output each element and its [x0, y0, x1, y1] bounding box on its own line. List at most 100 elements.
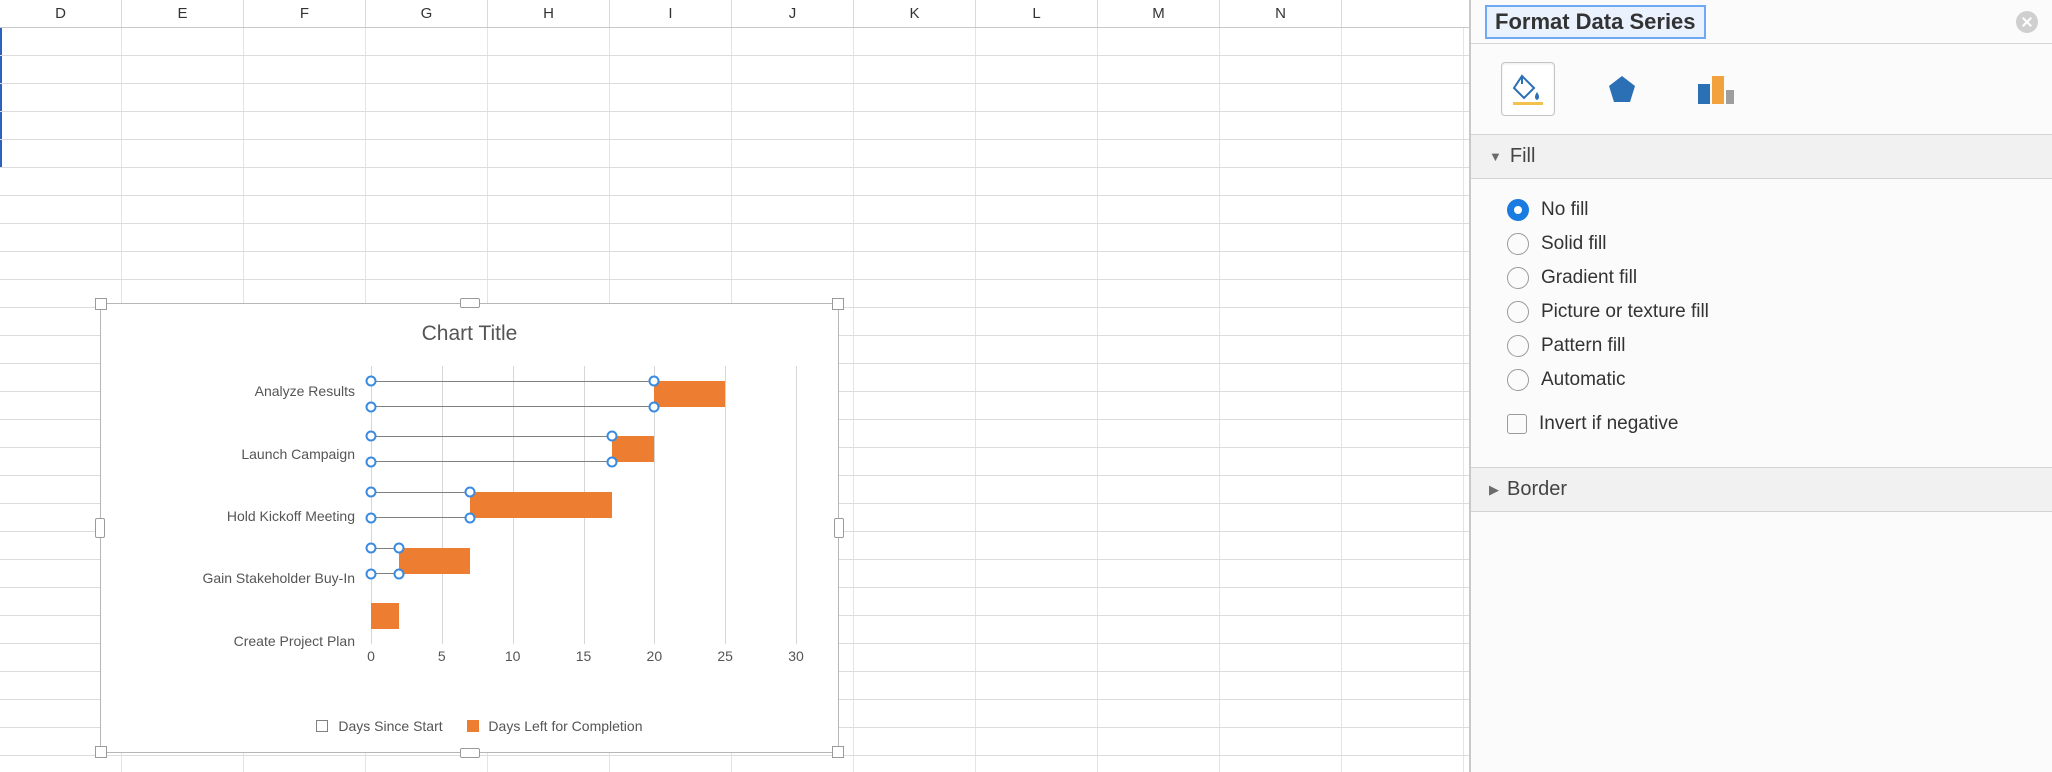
cell[interactable]	[1220, 700, 1342, 727]
cell[interactable]	[1342, 616, 1464, 643]
cell[interactable]	[976, 196, 1098, 223]
cell[interactable]	[0, 140, 122, 167]
cell[interactable]	[122, 196, 244, 223]
cell[interactable]	[732, 196, 854, 223]
cell[interactable]	[1342, 84, 1464, 111]
cell[interactable]	[1098, 140, 1220, 167]
resize-handle[interactable]	[95, 518, 105, 538]
cell[interactable]	[976, 532, 1098, 559]
cell[interactable]	[122, 28, 244, 55]
tab-effects[interactable]	[1595, 62, 1649, 116]
cell[interactable]	[366, 28, 488, 55]
cell[interactable]	[1220, 112, 1342, 139]
cell[interactable]	[1098, 756, 1220, 772]
cell[interactable]	[1342, 196, 1464, 223]
col-header[interactable]: M	[1098, 0, 1220, 27]
chart-title[interactable]: Chart Title	[101, 304, 838, 346]
cell[interactable]	[854, 168, 976, 195]
cell[interactable]	[732, 756, 854, 772]
cell[interactable]	[0, 28, 122, 55]
cell[interactable]	[244, 28, 366, 55]
cell[interactable]	[366, 196, 488, 223]
cell[interactable]	[732, 224, 854, 251]
cell[interactable]	[854, 280, 976, 307]
cell[interactable]	[1220, 644, 1342, 671]
cell[interactable]	[366, 56, 488, 83]
section-border-header[interactable]: ▶ Border	[1471, 468, 2052, 512]
cell[interactable]	[1098, 476, 1220, 503]
cell[interactable]	[1220, 504, 1342, 531]
fill-option-automatic[interactable]: Automatic	[1507, 363, 2038, 397]
cell[interactable]	[1220, 84, 1342, 111]
invert-if-negative[interactable]: Invert if negative	[1507, 407, 2038, 441]
resize-handle[interactable]	[832, 298, 844, 310]
cell[interactable]	[976, 112, 1098, 139]
cell[interactable]	[122, 112, 244, 139]
col-header[interactable]: F	[244, 0, 366, 27]
cell[interactable]	[854, 336, 976, 363]
cell[interactable]	[0, 56, 122, 83]
col-header[interactable]: J	[732, 0, 854, 27]
bar-row[interactable]	[371, 492, 796, 518]
close-icon[interactable]	[2016, 11, 2038, 33]
cell[interactable]	[244, 84, 366, 111]
cell[interactable]	[732, 252, 854, 279]
cell[interactable]	[976, 56, 1098, 83]
cell[interactable]	[1220, 252, 1342, 279]
resize-handle[interactable]	[460, 298, 480, 308]
cell[interactable]	[366, 252, 488, 279]
cell[interactable]	[610, 56, 732, 83]
selection-handle-icon[interactable]	[366, 542, 377, 553]
cell[interactable]	[488, 168, 610, 195]
tab-fill-line[interactable]	[1501, 62, 1555, 116]
cell[interactable]	[1220, 616, 1342, 643]
bar-segment-days-since-start[interactable]	[371, 436, 612, 462]
cell[interactable]	[1342, 560, 1464, 587]
cell[interactable]	[1098, 336, 1220, 363]
cell[interactable]	[1098, 560, 1220, 587]
cell[interactable]	[0, 224, 122, 251]
cell[interactable]	[976, 644, 1098, 671]
cell[interactable]	[0, 756, 122, 772]
col-header[interactable]: D	[0, 0, 122, 27]
col-header[interactable]: N	[1220, 0, 1342, 27]
selection-handle-icon[interactable]	[366, 375, 377, 386]
selection-handle-icon[interactable]	[465, 513, 476, 524]
cell[interactable]	[976, 280, 1098, 307]
cell[interactable]	[1220, 588, 1342, 615]
cell[interactable]	[610, 196, 732, 223]
cell[interactable]	[1342, 112, 1464, 139]
bar-segment-days-left[interactable]	[612, 436, 655, 462]
cell[interactable]	[854, 728, 976, 755]
cell[interactable]	[488, 28, 610, 55]
cell[interactable]	[0, 112, 122, 139]
cell[interactable]	[244, 168, 366, 195]
col-header[interactable]: K	[854, 0, 976, 27]
cell[interactable]	[1220, 336, 1342, 363]
cell[interactable]	[854, 756, 976, 772]
bar-segment-days-left[interactable]	[399, 548, 470, 574]
col-header[interactable]: I	[610, 0, 732, 27]
col-header[interactable]: G	[366, 0, 488, 27]
selection-handle-icon[interactable]	[606, 431, 617, 442]
cell[interactable]	[854, 672, 976, 699]
legend[interactable]: Days Since Start Days Left for Completio…	[101, 718, 838, 734]
bar-segment-days-since-start[interactable]	[371, 381, 654, 407]
cell[interactable]	[1220, 308, 1342, 335]
cell[interactable]	[976, 672, 1098, 699]
cell[interactable]	[1220, 448, 1342, 475]
cell[interactable]	[1220, 476, 1342, 503]
cell[interactable]	[1342, 56, 1464, 83]
cell[interactable]	[1220, 280, 1342, 307]
col-header[interactable]: H	[488, 0, 610, 27]
cell[interactable]	[610, 84, 732, 111]
cell[interactable]	[244, 56, 366, 83]
fill-option-gradient-fill[interactable]: Gradient fill	[1507, 261, 2038, 295]
cell[interactable]	[976, 420, 1098, 447]
cell[interactable]	[244, 196, 366, 223]
cell[interactable]	[122, 224, 244, 251]
cell[interactable]	[976, 756, 1098, 772]
bar-segment-days-left[interactable]	[470, 492, 612, 518]
selection-handle-icon[interactable]	[465, 487, 476, 498]
cell[interactable]	[366, 168, 488, 195]
